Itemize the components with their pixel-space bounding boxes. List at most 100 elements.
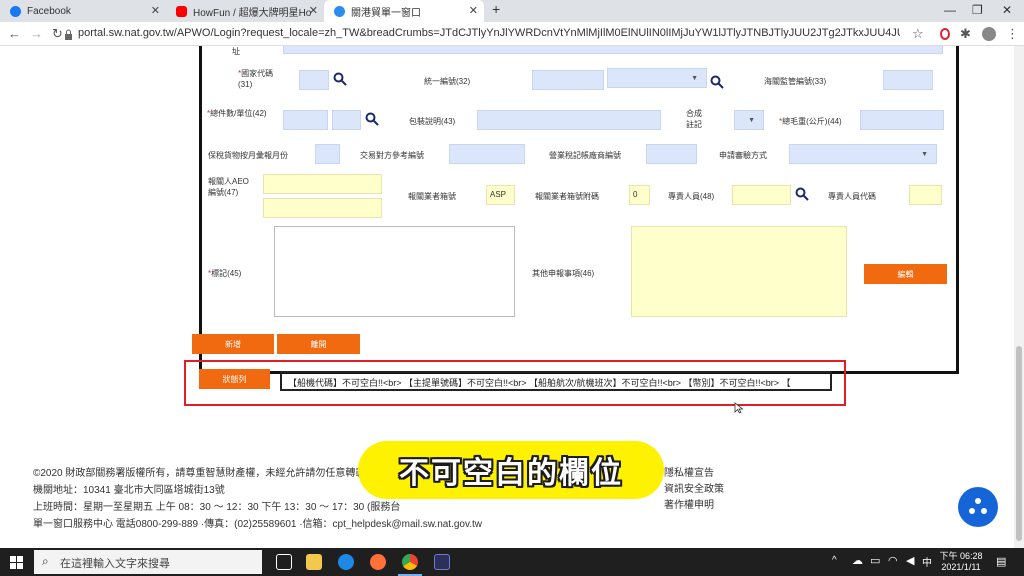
aeo-label: 報關人AEO編號(47) [208, 177, 249, 197]
consolidated-select[interactable]: ▼ [734, 110, 764, 130]
network-icon[interactable]: ▭ [870, 554, 880, 567]
chevron-up-icon[interactable]: ^ [832, 555, 837, 566]
marks-textarea[interactable] [274, 226, 515, 317]
notification-icon[interactable]: ▤ [996, 555, 1006, 568]
package-unit-input[interactable] [332, 110, 361, 130]
tab-howfun[interactable]: HowFun / 超爆大牌明星How哥 ✕ [166, 0, 324, 22]
uniform-no-type-select[interactable]: ▼ [607, 68, 707, 88]
chevron-down-icon: ▼ [748, 117, 755, 124]
chat-button[interactable] [958, 487, 998, 527]
forward-icon[interactable]: → [30, 26, 43, 41]
windows-start-icon[interactable] [10, 556, 23, 569]
youtube-icon [176, 5, 187, 17]
specialist-label: 專責人員(48) [668, 192, 715, 201]
opera-icon[interactable] [940, 28, 950, 40]
star-icon[interactable]: ☆ [912, 26, 924, 42]
customs-supervision-input[interactable] [883, 70, 933, 90]
facebook-icon [10, 5, 21, 17]
search-icon: ⌕ [42, 554, 49, 568]
other-declaration-label: 其他申報事項(46) [532, 269, 595, 278]
aeo-input-1[interactable] [263, 174, 382, 194]
search-icon[interactable] [710, 75, 724, 89]
inspection-method-label: 申請審驗方式 [719, 151, 767, 160]
browser-tab-bar: Facebook ✕ HowFun / 超爆大牌明星How哥 ✕ 關港貿單一窗口… [0, 0, 1024, 22]
status-bar-button[interactable]: 狀態列 [199, 369, 270, 389]
bonded-month-label: 保稅貨物按月彙報月份 [208, 151, 288, 160]
specialist-input[interactable] [732, 185, 791, 205]
search-icon[interactable] [333, 72, 347, 86]
taskbar-search-input[interactable]: ⌕ 在這裡輸入文字來搜尋 [34, 550, 262, 574]
uniform-no-label: 統一編號(32) [424, 77, 471, 86]
gross-weight-input[interactable] [860, 110, 944, 130]
edge-icon[interactable] [338, 554, 354, 570]
error-message-field[interactable]: 【船機代碼】不可空白!!<br> 【主提單號碼】不可空白!!<br> 【船舶航次… [280, 371, 832, 391]
mouse-cursor-icon [734, 402, 744, 414]
search-icon[interactable] [365, 112, 379, 126]
other-declaration-textarea[interactable] [631, 226, 847, 317]
window-close-icon[interactable]: ✕ [1002, 3, 1012, 17]
capture-app-icon[interactable] [434, 554, 450, 570]
footer-contact: 單一窗口服務中心 電話0800-299-889 ·傳真：(02)25589601… [33, 519, 483, 530]
close-icon[interactable]: ✕ [309, 4, 318, 17]
tab-label: Facebook [27, 5, 71, 17]
aeo-input-2[interactable] [263, 198, 382, 218]
chrome-icon[interactable] [402, 554, 418, 570]
url-field[interactable]: portal.sw.nat.gov.tw/APWO/Login?request_… [78, 27, 900, 39]
footer-hours: 上班時間：星期一至星期五 上午 08：30 ～ 12：30 下午 13：30 ～… [33, 502, 401, 513]
gross-weight-label: *總毛重(公斤)(44) [779, 117, 842, 126]
volume-icon[interactable]: ◀ [906, 554, 914, 567]
clock-date: 2021/1/11 [941, 562, 981, 572]
broker-box-input[interactable]: ASP [486, 185, 515, 205]
business-tax-input[interactable] [646, 144, 697, 164]
inspection-method-select[interactable]: ▼ [789, 144, 937, 164]
country-code-input[interactable] [299, 70, 329, 90]
privacy-link[interactable]: 隱私權宣告 [664, 464, 714, 479]
file-explorer-icon[interactable] [306, 554, 322, 570]
edit-button[interactable]: 編輯 [864, 264, 947, 284]
back-icon[interactable]: ← [8, 26, 21, 41]
uniform-no-input[interactable] [532, 70, 604, 90]
counterpart-ref-label: 交易對方參考編號 [360, 151, 424, 160]
package-desc-input[interactable] [477, 110, 661, 130]
chevron-down-icon: ▼ [691, 75, 698, 82]
add-button[interactable]: 新增 [192, 334, 274, 354]
menu-icon[interactable]: ⋮ [1006, 26, 1019, 42]
firefox-icon[interactable] [370, 554, 386, 570]
specialist-code-input[interactable] [909, 185, 942, 205]
address-input[interactable] [283, 46, 943, 54]
close-icon[interactable]: ✕ [469, 4, 478, 17]
package-count-input[interactable] [283, 110, 328, 130]
taskbar-clock[interactable]: 下午 06:28 2021/1/11 [938, 551, 984, 573]
tab-single-window[interactable]: 關港貿單一窗口 ✕ [324, 0, 484, 22]
security-policy-link[interactable]: 資訊安全政策 [664, 480, 724, 495]
video-caption-banner: 不可空白的欄位 [358, 441, 664, 499]
page-content: 址 *國家代碼(31) 統一編號(32) ▼ 海關監管編號(33) *總件數/單… [0, 46, 1024, 548]
new-tab-button[interactable]: + [492, 1, 500, 17]
onedrive-icon[interactable]: ☁ [852, 554, 863, 567]
reload-icon[interactable]: ↻ [52, 26, 63, 42]
package-desc-label: 包裝說明(43) [409, 117, 456, 126]
scrollbar-thumb[interactable] [1016, 346, 1022, 541]
caption-text: 不可空白的欄位 [399, 457, 623, 490]
search-placeholder: 在這裡輸入文字來搜尋 [60, 558, 170, 570]
broker-box-suffix-input[interactable]: 0 [629, 185, 650, 205]
ime-icon[interactable]: 中 [922, 554, 932, 569]
page-scrollbar[interactable] [1014, 46, 1024, 548]
chevron-down-icon: ▼ [921, 151, 928, 158]
close-icon[interactable]: ✕ [151, 4, 160, 17]
bonded-month-input[interactable] [315, 144, 340, 164]
clock-time: 下午 06:28 [939, 551, 983, 561]
tab-facebook[interactable]: Facebook ✕ [0, 0, 166, 22]
minimize-icon[interactable]: — [944, 3, 956, 17]
restore-icon[interactable]: ❐ [972, 3, 983, 17]
footer-copyright: ©2020 財政部關務署版權所有，請尊重智慧財產權，未經允許請勿任意轉載、複 [33, 468, 386, 479]
wifi-icon[interactable]: ◠ [888, 554, 898, 567]
extensions-icon[interactable]: ✱ [960, 26, 971, 42]
copyright-link[interactable]: 著作權申明 [664, 496, 714, 511]
counterpart-ref-input[interactable] [449, 144, 525, 164]
close-button[interactable]: 離開 [277, 334, 360, 354]
task-view-icon[interactable] [276, 554, 292, 570]
search-icon[interactable] [795, 187, 809, 201]
avatar[interactable] [982, 27, 996, 41]
address-label: 址 [232, 47, 240, 56]
